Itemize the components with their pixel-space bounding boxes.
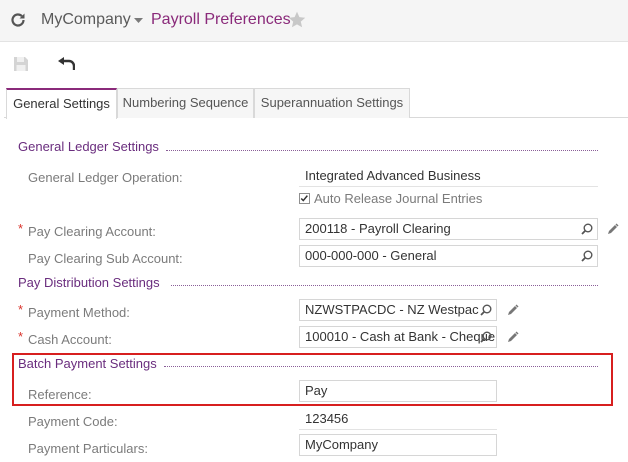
cash-account-label: Cash Account: [28,332,112,347]
section-divider [164,366,598,367]
checkbox-icon [300,195,308,202]
pay-clearing-sub-account-field[interactable]: 000-000-000 - General [299,245,598,267]
pay-clearing-sub-account-label: Pay Clearing Sub Account: [28,251,183,266]
payment-particulars-value: MyCompany [305,437,378,452]
page-title: Payroll Preferences [151,11,291,28]
auto-release-checkbox[interactable] [299,193,310,204]
search-icon[interactable] [581,250,593,262]
reference-label: Reference: [28,387,92,402]
save-icon[interactable] [13,56,29,72]
section-divider [166,150,598,151]
payment-method-value: NZWSTPACDC - NZ Westpac [305,302,479,317]
reference-field[interactable]: Pay [299,380,497,402]
undo-icon[interactable] [58,57,75,71]
cash-account-field[interactable]: 100010 - Cash at Bank - Cheque [299,326,497,348]
pencil-icon[interactable] [607,223,619,235]
gl-operation-label: General Ledger Operation: [28,170,183,185]
payment-code-underline [299,429,497,430]
tab-general-settings[interactable]: General Settings [6,88,117,119]
company-selector[interactable]: MyCompany [41,11,131,29]
required-marker: * [18,329,24,344]
gl-operation-underline [299,186,598,187]
pay-clearing-account-value: 200118 - Payroll Clearing [305,221,451,236]
payment-code-label: Payment Code: [28,414,118,429]
gl-operation-value: Integrated Advanced Business [305,168,481,183]
section-divider [171,285,598,286]
pay-clearing-account-label: Pay Clearing Account: [28,224,156,239]
section-title-pay-distribution: Pay Distribution Settings [18,275,160,290]
pencil-icon[interactable] [507,331,519,343]
section-title-general-ledger: General Ledger Settings [18,139,159,154]
reference-value: Pay [305,383,328,398]
tab-superannuation-settings[interactable]: Superannuation Settings [254,88,410,118]
search-icon[interactable] [480,331,492,343]
payment-method-field[interactable]: NZWSTPACDC - NZ Westpac [299,299,497,321]
cash-account-value: 100010 - Cash at Bank - Cheque [305,329,496,344]
pay-clearing-account-field[interactable]: 200118 - Payroll Clearing [299,218,598,240]
star-icon[interactable] [288,11,306,29]
section-title-batch-payment: Batch Payment Settings [18,356,157,371]
pencil-icon[interactable] [507,304,519,316]
payment-particulars-label: Payment Particulars: [28,441,148,456]
payment-code-value[interactable]: 123456 [305,411,348,426]
search-icon[interactable] [480,304,492,316]
payment-method-label: Payment Method: [28,305,130,320]
tab-numbering-sequence[interactable]: Numbering Sequence [117,88,254,118]
pay-clearing-sub-account-value: 000-000-000 - General [305,248,437,263]
required-marker: * [18,302,24,317]
required-marker: * [18,221,24,236]
payment-particulars-field[interactable]: MyCompany [299,434,497,456]
chevron-down-icon[interactable] [134,17,143,24]
search-icon[interactable] [581,223,593,235]
auto-release-label[interactable]: Auto Release Journal Entries [314,191,482,206]
refresh-icon[interactable] [9,11,27,29]
